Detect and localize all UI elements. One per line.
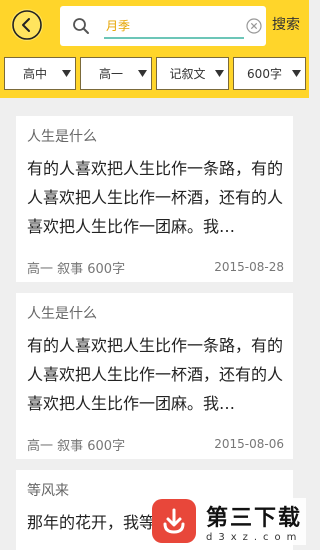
search-icon <box>73 18 89 34</box>
article-title: 等风来 <box>27 483 69 499</box>
article-card[interactable]: 人生是什么 有的人喜欢把人生比作一条路，有的人喜欢把人生比作一杯酒，还有的人喜欢… <box>16 293 293 459</box>
article-date: 2015-08-28 <box>214 260 284 274</box>
filter-genre-label: 记叙文 <box>169 67 206 81</box>
clear-icon[interactable] <box>246 18 262 34</box>
top-bar: 搜索 <box>0 0 309 52</box>
filter-wordcount[interactable]: 600字 <box>233 57 306 90</box>
filter-level[interactable]: 高中 <box>4 57 76 90</box>
download-logo-icon <box>152 499 196 543</box>
search-button[interactable]: 搜索 <box>272 14 300 34</box>
watermark-en-text: d3xz.com <box>206 531 303 543</box>
article-card[interactable]: 人生是什么 有的人喜欢把人生比作一条路，有的人喜欢把人生比作一杯酒，还有的人喜欢… <box>16 116 293 282</box>
filter-grade[interactable]: 高一 <box>80 57 152 90</box>
article-meta: 高一 叙事 600字 <box>27 439 126 454</box>
filter-bar: 高中 高一 记叙文 600字 <box>0 52 309 98</box>
chevron-left-icon <box>12 10 42 40</box>
filter-wordcount-label: 600字 <box>247 67 282 81</box>
article-summary: 有的人喜欢把人生比作一条路，有的人喜欢把人生比作一杯酒，还有的人喜欢把人生比作一… <box>27 159 284 236</box>
watermark: 第三下载 d3xz.com <box>152 492 309 550</box>
search-input[interactable] <box>104 15 244 39</box>
filter-genre[interactable]: 记叙文 <box>156 57 229 90</box>
filter-grade-label: 高一 <box>98 67 123 81</box>
dropdown-arrow-icon <box>215 70 224 77</box>
dropdown-arrow-icon <box>62 70 71 77</box>
back-button[interactable] <box>11 9 43 41</box>
article-title: 人生是什么 <box>27 306 97 322</box>
article-summary: 有的人喜欢把人生比作一条路，有的人喜欢把人生比作一杯酒，还有的人喜欢把人生比作一… <box>27 336 284 413</box>
article-meta: 高一 叙事 600字 <box>27 262 126 277</box>
article-title: 人生是什么 <box>27 129 97 145</box>
dropdown-arrow-icon <box>292 70 301 77</box>
article-date: 2015-08-06 <box>214 437 284 451</box>
filter-level-label: 高中 <box>22 67 47 81</box>
search-box <box>60 6 266 46</box>
dropdown-arrow-icon <box>138 70 147 77</box>
watermark-cn-text: 第三下载 <box>206 505 303 531</box>
